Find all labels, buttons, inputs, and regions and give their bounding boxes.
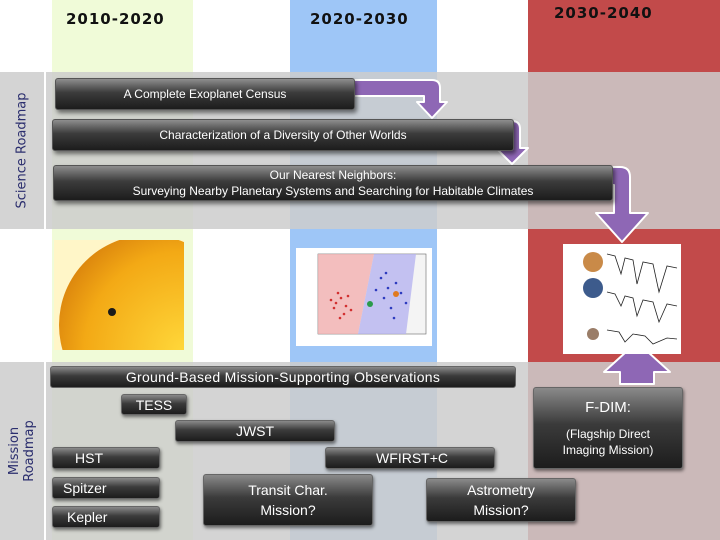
astro-line2: Mission?: [473, 502, 529, 518]
mission-astrometry: Astrometry Mission?: [426, 478, 576, 522]
fdim-line1: F-DIM:: [585, 398, 631, 416]
mission-label-line1: Mission: [7, 426, 23, 476]
mission-kepler: Kepler: [52, 506, 160, 528]
mission-spitzer: Spitzer: [52, 477, 160, 499]
science-roadmap-side: Science Roadmap: [0, 72, 46, 229]
mission-roadmap-side: Mission Roadmap: [0, 362, 46, 540]
spectra-image: [563, 244, 681, 354]
goal-characterization: Characterization of a Diversity of Other…: [52, 119, 514, 151]
goal-nearest-neighbors: Our Nearest Neighbors: Surveying Nearby …: [53, 165, 613, 201]
exoplanet-scatter-image: [296, 248, 432, 346]
transit-line1: Transit Char.: [248, 482, 328, 498]
mission-transit-char: Transit Char. Mission?: [203, 474, 373, 526]
decade-label-2020: 2020-2030: [310, 10, 409, 28]
decade-label-2030: 2030-2040: [554, 4, 653, 22]
sun-transit-image: [54, 240, 184, 350]
ground-based-observations: Ground-Based Mission-Supporting Observat…: [50, 366, 516, 388]
mission-jwst: JWST: [175, 420, 335, 442]
goal-exoplanet-census: A Complete Exoplanet Census: [55, 78, 355, 110]
mission-tess: TESS: [121, 394, 187, 415]
mission-wfirst: WFIRST+C: [325, 447, 495, 469]
astro-line1: Astrometry: [467, 482, 535, 498]
fdim-line2: (Flagship Direct: [565, 426, 651, 441]
mission-label-line2: Roadmap: [22, 420, 38, 482]
mission-roadmap-label: Mission Roadmap: [7, 420, 37, 482]
transit-line2: Mission?: [260, 502, 316, 518]
fdim-line3: Imaging Mission): [562, 442, 654, 457]
science-roadmap-label: Science Roadmap: [14, 92, 30, 209]
neighbors-line1: Our Nearest Neighbors:: [269, 168, 397, 182]
neighbors-line2: Surveying Nearby Planetary Systems and S…: [132, 184, 534, 198]
mission-hst: HST: [52, 447, 160, 469]
mission-fdim: F-DIM: (Flagship Direct Imaging Mission): [533, 387, 683, 469]
decade-label-2010: 2010-2020: [66, 10, 165, 28]
